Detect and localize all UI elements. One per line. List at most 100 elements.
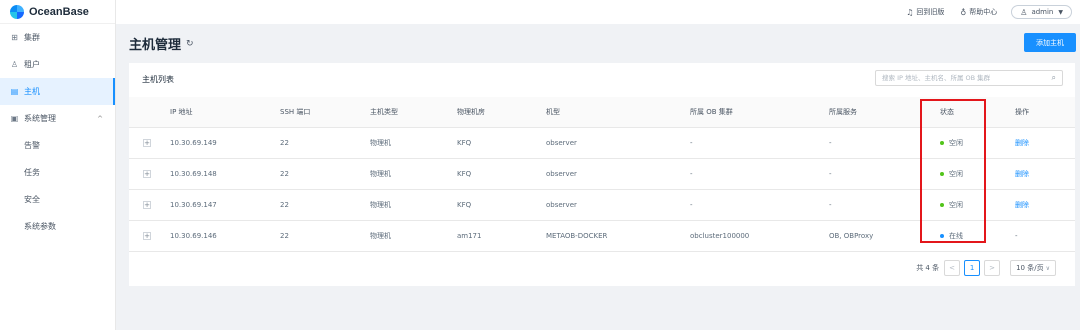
row-expand: + <box>143 221 151 251</box>
column-header-action: 操作 <box>1015 108 1029 116</box>
cell-ip: 10.30.69.147 <box>170 201 217 209</box>
cell-model: observer <box>546 139 577 147</box>
cell-host-type: 物理机 <box>370 232 391 240</box>
column-header-ssh[interactable]: SSH 端口 <box>280 97 310 127</box>
column-header-ip[interactable]: IP 地址 <box>170 97 193 127</box>
pagination-next-button[interactable]: > <box>984 260 1001 276</box>
sidebar: OceanBase ⊞ 集群 ♙ 租户 ▤ 主机 ▣ 系统管理 ^ 告警 任务 … <box>0 0 116 330</box>
cell-idc: am171 <box>457 232 482 240</box>
delete-link[interactable]: 删除 <box>1015 169 1029 179</box>
expand-icon[interactable]: + <box>143 170 151 178</box>
delete-link[interactable]: 删除 <box>1015 138 1029 148</box>
pagination: 共 4 条 < 1 > 10 条/页 ∨ <box>916 260 1056 276</box>
cell-action: 删除 <box>1015 190 1029 220</box>
row-expand: + <box>143 159 151 189</box>
row-expand: + <box>143 190 151 220</box>
cell-ip: 10.30.69.149 <box>170 139 217 147</box>
sidebar-subitem-label: 安全 <box>24 195 40 204</box>
column-header-model[interactable]: 机型 <box>546 97 560 127</box>
status-column-highlight <box>920 99 986 243</box>
pagination-total: 共 4 条 <box>916 264 940 272</box>
sidebar-subitem-params[interactable]: 系统参数 <box>0 213 115 240</box>
cell-cluster: obcluster100000 <box>690 232 750 240</box>
help-center-link[interactable]: ♁ 帮助中心 <box>960 7 997 17</box>
grid-icon: ⊞ <box>11 33 18 42</box>
cell-model: observer <box>546 170 577 178</box>
cell-ip: 10.30.69.148 <box>170 170 217 178</box>
cell-service: - <box>829 170 832 178</box>
user-menu[interactable]: ♙ admin ▼ <box>1011 5 1072 19</box>
cell-ssh-port: 22 <box>280 232 289 240</box>
column-header-idc[interactable]: 物理机房 <box>457 97 485 127</box>
add-host-button[interactable]: 添加主机 <box>1024 33 1076 52</box>
cell-cluster: - <box>690 170 693 178</box>
cell-ip: 10.30.69.146 <box>170 232 217 240</box>
expand-icon[interactable]: + <box>143 201 151 209</box>
bell-icon: ♫ <box>906 7 914 17</box>
action-placeholder: - <box>1015 232 1018 240</box>
cell-service: OB, OBProxy <box>829 232 874 240</box>
sidebar-item-host[interactable]: ▤ 主机 <box>0 78 115 105</box>
back-to-old-label: 回到旧版 <box>916 8 945 16</box>
help-center-label: 帮助中心 <box>969 8 998 16</box>
cell-idc: KFQ <box>457 170 472 178</box>
sidebar-item-system[interactable]: ▣ 系统管理 ^ <box>0 105 115 132</box>
sidebar-item-label: 主机 <box>24 87 40 96</box>
page-size-select[interactable]: 10 条/页 ∨ <box>1010 260 1056 276</box>
pagination-page-1[interactable]: 1 <box>964 260 981 276</box>
page-header: 主机管理 ↻ <box>129 34 194 53</box>
cell-action: 删除 <box>1015 128 1029 158</box>
column-header-cluster[interactable]: 所属 OB 集群 <box>690 97 733 127</box>
cell-model: METAOB-DOCKER <box>546 232 608 240</box>
expand-icon[interactable]: + <box>143 139 151 147</box>
caret-down-icon: ▼ <box>1058 8 1063 16</box>
cell-idc: KFQ <box>457 139 472 147</box>
top-bar: ♫ 回到旧版 ♁ 帮助中心 ♙ admin ▼ <box>116 0 1080 24</box>
sidebar-subitem-label: 告警 <box>24 141 40 150</box>
host-icon: ▤ <box>10 87 19 96</box>
page-size-label: 10 条/页 <box>1016 264 1044 272</box>
row-expand: + <box>143 128 151 158</box>
sidebar-item-tenant[interactable]: ♙ 租户 <box>0 51 115 78</box>
pagination-prev-button[interactable]: < <box>944 260 961 276</box>
expand-icon[interactable]: + <box>143 232 151 240</box>
cell-ssh-port: 22 <box>280 201 289 209</box>
cell-host-type: 物理机 <box>370 170 391 178</box>
cell-service: - <box>829 201 832 209</box>
search-icon[interactable]: ⌕ <box>1052 73 1056 83</box>
sidebar-item-label: 集群 <box>24 33 40 42</box>
sidebar-subitem-task[interactable]: 任务 <box>0 159 115 186</box>
page-title: 主机管理 <box>129 38 182 53</box>
column-header-type[interactable]: 主机类型 <box>370 97 398 127</box>
cell-model: observer <box>546 201 577 209</box>
cell-action: - <box>1015 221 1018 251</box>
cell-ssh-port: 22 <box>280 170 289 178</box>
username: admin <box>1031 8 1054 16</box>
sidebar-subitem-security[interactable]: 安全 <box>0 186 115 213</box>
cell-host-type: 物理机 <box>370 139 391 147</box>
tenant-icon: ♙ <box>10 60 19 69</box>
delete-link[interactable]: 删除 <box>1015 200 1029 210</box>
user-icon: ♙ <box>1020 7 1028 17</box>
cell-cluster: - <box>690 139 693 147</box>
sidebar-item-label: 系统管理 <box>24 114 56 123</box>
cell-host-type: 物理机 <box>370 201 391 209</box>
oceanbase-logo-icon <box>10 4 24 19</box>
search-input[interactable] <box>882 74 1052 82</box>
location-icon: ♁ <box>960 7 967 17</box>
search-box: ⌕ <box>875 70 1063 86</box>
logo[interactable]: OceanBase <box>0 0 115 24</box>
column-header-service[interactable]: 所属服务 <box>829 97 857 127</box>
cell-ssh-port: 22 <box>280 139 289 147</box>
chevron-up-icon: ^ <box>97 114 103 123</box>
chevron-down-icon: ∨ <box>1045 264 1050 272</box>
cell-action: 删除 <box>1015 159 1029 189</box>
cell-idc: KFQ <box>457 201 472 209</box>
refresh-icon[interactable]: ↻ <box>186 39 194 49</box>
sidebar-item-cluster[interactable]: ⊞ 集群 <box>0 24 115 51</box>
cell-cluster: - <box>690 201 693 209</box>
sidebar-item-label: 租户 <box>24 60 40 69</box>
cell-service: - <box>829 139 832 147</box>
sidebar-subitem-alert[interactable]: 告警 <box>0 132 115 159</box>
back-to-old-link[interactable]: ♫ 回到旧版 <box>906 7 944 17</box>
